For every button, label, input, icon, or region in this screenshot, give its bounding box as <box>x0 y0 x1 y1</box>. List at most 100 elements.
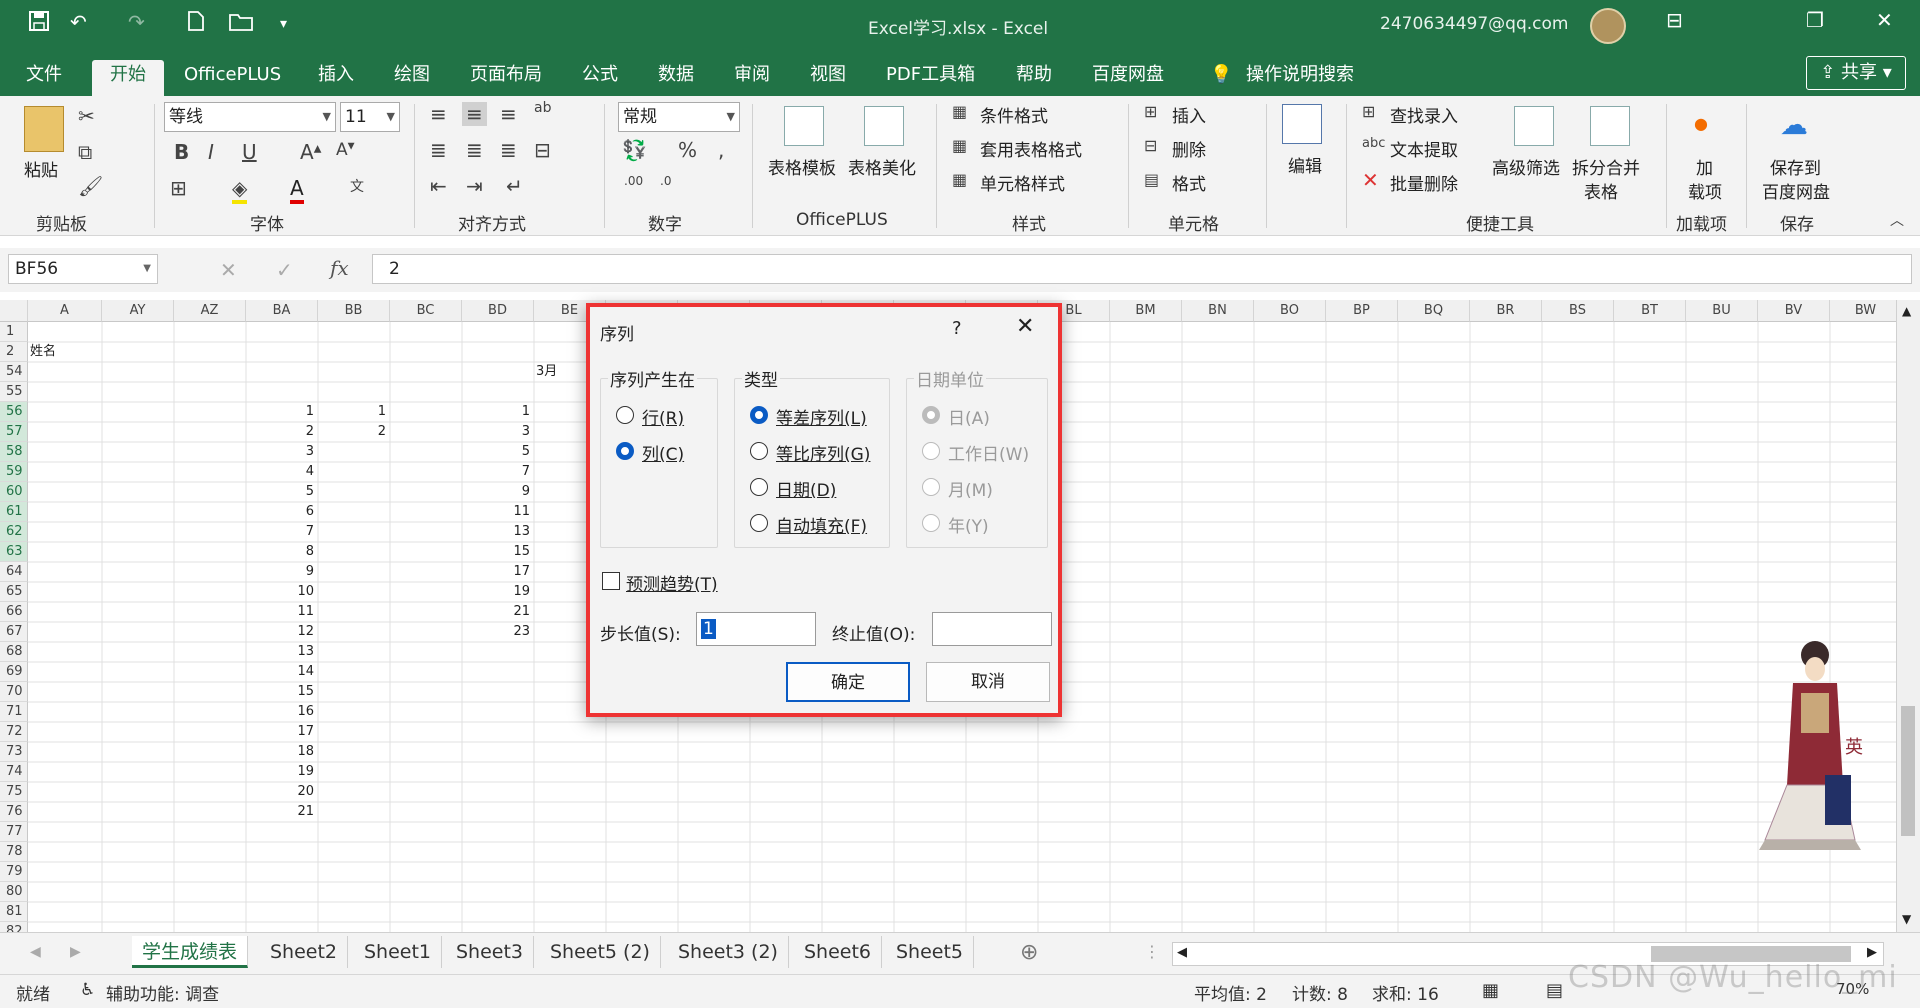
cell[interactable]: 18 <box>248 742 314 762</box>
cell[interactable]: 1 <box>248 402 314 422</box>
close-icon[interactable]: ✕ <box>1016 314 1034 339</box>
advanced-filter-label[interactable]: 高级筛选 <box>1492 154 1560 179</box>
advanced-filter-icon[interactable] <box>1514 106 1554 146</box>
avatar[interactable] <box>1590 8 1626 44</box>
sheet-tab[interactable]: Sheet3 <box>446 936 535 968</box>
align-right-icon[interactable]: ≣ <box>500 138 517 162</box>
ok-button[interactable]: 确定 <box>786 662 910 702</box>
copy-icon[interactable]: ⧉ <box>78 140 92 164</box>
cell[interactable]: 12 <box>248 622 314 642</box>
tab-baidu-netdisk[interactable]: 百度网盘 <box>1086 60 1170 96</box>
row-header[interactable]: 71 <box>0 702 28 722</box>
paste-icon[interactable] <box>24 106 64 152</box>
trend-checkbox-label[interactable]: 预测趋势(T) <box>626 570 718 595</box>
save-netdisk-label-1[interactable]: 保存到 <box>1770 154 1821 179</box>
row-header[interactable]: 74 <box>0 762 28 782</box>
date-radio-label[interactable]: 日期(D) <box>776 476 836 501</box>
cell[interactable]: 1 <box>320 402 386 422</box>
select-all-corner[interactable] <box>0 300 28 322</box>
addin-label-1[interactable]: 加 <box>1696 154 1713 179</box>
row-header[interactable]: 75 <box>0 782 28 802</box>
row-header[interactable]: 81 <box>0 902 28 922</box>
table-beautify-label[interactable]: 表格美化 <box>848 154 916 179</box>
share-button[interactable]: ⇪ 共享 ▾ <box>1806 56 1906 90</box>
table-template-label[interactable]: 表格模板 <box>768 154 836 179</box>
cell[interactable]: 11 <box>464 502 530 522</box>
cell[interactable]: 5 <box>464 442 530 462</box>
align-bottom-icon[interactable]: ≡ <box>500 102 517 126</box>
cell[interactable]: 11 <box>248 602 314 622</box>
accessibility-icon[interactable]: ♿ <box>80 980 95 1000</box>
cell[interactable]: 21 <box>464 602 530 622</box>
cut-icon[interactable]: ✂ <box>78 104 95 128</box>
trend-checkbox[interactable] <box>602 572 620 590</box>
row-header[interactable]: 69 <box>0 662 28 682</box>
cell[interactable]: 15 <box>464 542 530 562</box>
cell[interactable]: 20 <box>248 782 314 802</box>
row-header[interactable]: 56 <box>0 402 28 422</box>
sheet-tab[interactable]: Sheet1 <box>354 936 443 968</box>
format-painter-icon[interactable]: 🖌 <box>78 174 103 198</box>
row-header[interactable]: 79 <box>0 862 28 882</box>
decrease-indent-icon[interactable]: ⇤ <box>430 174 447 198</box>
phonetic-icon[interactable]: 文 <box>350 176 364 196</box>
delete-cells-icon[interactable]: ⊟ <box>1144 136 1157 155</box>
sheet-tab[interactable]: Sheet5 <box>886 936 975 968</box>
formula-input[interactable]: 2 <box>372 254 1912 284</box>
addin-label-2[interactable]: 载项 <box>1688 178 1722 203</box>
row-header[interactable]: 76 <box>0 802 28 822</box>
text-extract-label[interactable]: 文本提取 <box>1390 136 1458 161</box>
cell[interactable]: 7 <box>248 522 314 542</box>
stop-value-input[interactable] <box>932 612 1052 646</box>
row-header[interactable]: 65 <box>0 582 28 602</box>
next-sheet-icon[interactable]: ▶ <box>70 944 81 960</box>
grow-font-icon[interactable]: A▲ <box>300 140 321 164</box>
column-header[interactable]: BP <box>1326 300 1398 322</box>
redo-icon[interactable]: ↷ <box>128 10 145 34</box>
cell[interactable]: 4 <box>248 462 314 482</box>
column-header[interactable]: BR <box>1470 300 1542 322</box>
insert-function-icon[interactable]: fx <box>330 256 349 280</box>
step-value-input[interactable]: 1 <box>696 612 816 646</box>
cell[interactable]: 10 <box>248 582 314 602</box>
align-top-icon[interactable]: ≡ <box>430 102 447 126</box>
conditional-format-label[interactable]: 条件格式 <box>980 102 1048 127</box>
font-color-icon[interactable]: A <box>290 176 304 204</box>
row-header[interactable]: 66 <box>0 602 28 622</box>
row-header[interactable]: 55 <box>0 382 28 402</box>
tab-help[interactable]: 帮助 <box>1010 60 1058 96</box>
normal-view-icon[interactable]: ▦ <box>1482 980 1499 1001</box>
tab-page-layout[interactable]: 页面布局 <box>464 60 548 96</box>
cell[interactable]: 2 <box>248 422 314 442</box>
help-icon[interactable]: ? <box>952 318 962 339</box>
insert-cells-icon[interactable]: ⊞ <box>1144 102 1157 121</box>
editing-label[interactable]: 编辑 <box>1288 152 1322 177</box>
search-icon[interactable] <box>1282 104 1322 144</box>
cancel-entry-icon[interactable]: ✕ <box>220 258 237 282</box>
column-header[interactable]: BQ <box>1398 300 1470 322</box>
cell[interactable]: 19 <box>248 762 314 782</box>
cell[interactable]: 5 <box>248 482 314 502</box>
find-entry-label[interactable]: 查找录入 <box>1390 102 1458 127</box>
save-netdisk-label-2[interactable]: 百度网盘 <box>1762 178 1830 203</box>
column-header[interactable]: AY <box>102 300 174 322</box>
vertical-scrollbar[interactable]: ▲ ▼ <box>1896 300 1920 932</box>
cell-style-label[interactable]: 单元格样式 <box>980 170 1065 195</box>
tab-data[interactable]: 数据 <box>652 60 700 96</box>
confirm-entry-icon[interactable]: ✓ <box>276 258 293 282</box>
underline-icon[interactable]: U <box>242 140 257 164</box>
row-header[interactable]: 70 <box>0 682 28 702</box>
row-header[interactable]: 54 <box>0 362 28 382</box>
column-radio[interactable] <box>616 442 634 460</box>
table-template-icon[interactable] <box>784 106 824 146</box>
increase-decimal-icon[interactable]: .00 <box>624 174 643 188</box>
add-sheet-icon[interactable]: ⊕ <box>1020 940 1038 965</box>
cell[interactable]: 2 <box>320 422 386 442</box>
fill-color-icon[interactable]: ◈ <box>232 176 248 204</box>
cell[interactable]: 3 <box>464 422 530 442</box>
column-header[interactable]: BV <box>1758 300 1830 322</box>
row-header[interactable]: 57 <box>0 422 28 442</box>
find-entry-icon[interactable]: ⊞ <box>1362 102 1375 121</box>
user-account[interactable]: 2470634497@qq.com <box>1380 14 1568 34</box>
tab-draw[interactable]: 绘图 <box>388 60 436 96</box>
